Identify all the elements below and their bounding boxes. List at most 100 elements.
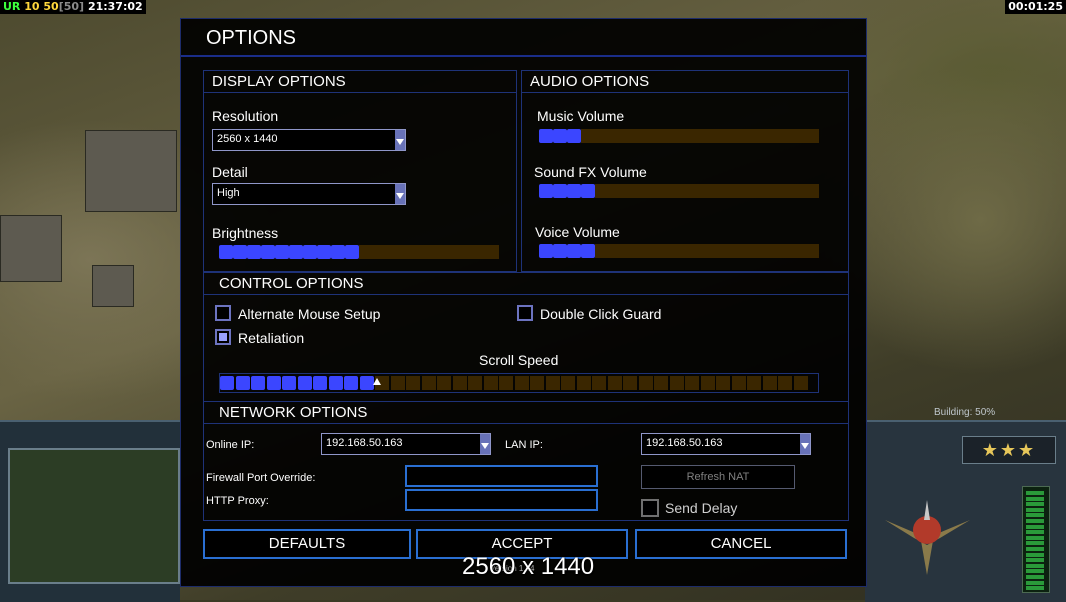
slider-segment — [359, 245, 373, 259]
defaults-button[interactable]: DEFAULTS — [203, 529, 411, 559]
network-options-header: NETWORK OPTIONS — [204, 402, 848, 424]
game-building — [85, 130, 177, 212]
slider-segment — [685, 376, 699, 390]
chevron-down-icon[interactable] — [800, 434, 810, 454]
slider-segment — [406, 376, 420, 390]
power-bar-segment — [1026, 530, 1044, 535]
slider-segment — [669, 376, 684, 390]
slider-segment — [721, 129, 735, 143]
slider-segment — [415, 245, 429, 259]
slider-segment — [679, 184, 693, 198]
slider-segment — [651, 184, 665, 198]
refresh-nat-button[interactable]: Refresh NAT — [641, 465, 795, 489]
retaliation-label: Retaliation — [238, 330, 305, 346]
power-bar-segment — [1026, 547, 1044, 551]
power-bar-segment — [1026, 563, 1044, 568]
slider-segment — [763, 184, 777, 198]
online-ip-select[interactable]: 192.168.50.163 — [321, 433, 491, 455]
minimap[interactable] — [8, 448, 180, 584]
slider-segment — [485, 245, 499, 259]
slider-segment — [762, 376, 777, 390]
slider-segment — [735, 244, 749, 258]
slider-segment — [749, 129, 763, 143]
slider-segment — [609, 184, 623, 198]
alt-mouse-checkbox[interactable] — [215, 305, 231, 321]
lan-ip-select[interactable]: 192.168.50.163 — [641, 433, 811, 455]
firewall-port-input[interactable] — [405, 465, 598, 487]
resolution-value: 2560 x 1440 — [217, 133, 278, 145]
slider-segment — [581, 184, 595, 198]
slider-segment — [637, 184, 651, 198]
slider-segment — [553, 184, 567, 198]
sfx-volume-label: Sound FX Volume — [534, 164, 647, 180]
slider-segment — [595, 244, 609, 258]
lan-ip-value: 192.168.50.163 — [646, 437, 723, 449]
slider-segment — [721, 244, 735, 258]
detail-select[interactable]: High — [212, 183, 406, 205]
lan-ip-label: LAN IP: — [505, 439, 543, 451]
slider-segment — [387, 245, 401, 259]
top-left-stats: UR 10 50[50] 21:37:02 — [0, 0, 146, 14]
slider-segment — [344, 376, 358, 390]
game-vehicle — [92, 265, 134, 307]
slider-segment — [429, 245, 443, 259]
chevron-down-icon[interactable] — [480, 434, 490, 454]
slider-segment — [331, 245, 345, 259]
detail-value: High — [217, 187, 240, 199]
resolution-select[interactable]: 2560 x 1440 — [212, 129, 406, 151]
double-click-guard-checkbox[interactable] — [517, 305, 533, 321]
faction-emblem-icon — [885, 500, 970, 575]
slider-segment — [567, 244, 581, 258]
slider-segment — [665, 129, 679, 143]
control-options-header: CONTROL OPTIONS — [204, 273, 848, 295]
voice-volume-slider[interactable] — [539, 244, 819, 260]
rank-stars: ★★★ — [962, 436, 1056, 464]
title-divider — [181, 55, 866, 57]
stat-num3: [50] — [58, 0, 85, 13]
slider-segment — [693, 184, 707, 198]
send-delay-label: Send Delay — [665, 500, 738, 516]
slider-segment — [581, 244, 595, 258]
retaliation-checkbox[interactable] — [215, 329, 231, 345]
cancel-button[interactable]: CANCEL — [635, 529, 847, 559]
display-options-panel: DISPLAY OPTIONS — [203, 70, 517, 272]
power-bar-segment — [1026, 519, 1044, 523]
chevron-down-icon[interactable] — [395, 184, 405, 204]
slider-segment — [665, 184, 679, 198]
slider-segment — [679, 129, 693, 143]
slider-segment — [261, 245, 275, 259]
slider-segment — [747, 376, 761, 390]
options-window: OPTIONS DISPLAY OPTIONS Resolution 2560 … — [180, 18, 867, 587]
slider-segment — [609, 129, 623, 143]
slider-segment — [778, 376, 792, 390]
slider-segment — [539, 244, 553, 258]
scroll-speed-slider[interactable] — [219, 373, 819, 393]
chevron-down-icon[interactable] — [395, 130, 405, 150]
slider-segment — [401, 245, 415, 259]
slider-segment — [437, 376, 451, 390]
slider-segment — [303, 245, 317, 259]
slider-segment — [623, 376, 637, 390]
slider-segment — [483, 376, 498, 390]
slider-segment — [247, 245, 261, 259]
scroll-speed-thumb[interactable] — [373, 378, 381, 385]
slider-segment — [607, 376, 622, 390]
slider-segment — [700, 376, 715, 390]
brightness-label: Brightness — [212, 225, 279, 241]
slider-segment — [665, 244, 679, 258]
slider-segment — [805, 244, 819, 258]
stat-num2: 50 — [43, 0, 59, 13]
slider-segment — [553, 244, 567, 258]
slider-segment — [317, 245, 331, 259]
brightness-slider[interactable] — [219, 245, 499, 261]
slider-segment — [623, 244, 637, 258]
slider-segment — [777, 129, 791, 143]
power-bar-segment — [1026, 524, 1044, 529]
music-volume-slider[interactable] — [539, 129, 819, 145]
sfx-volume-slider[interactable] — [539, 184, 819, 200]
http-proxy-input[interactable] — [405, 489, 598, 511]
power-bar-segment — [1026, 491, 1044, 495]
slider-segment — [679, 244, 693, 258]
send-delay-checkbox[interactable] — [641, 499, 659, 517]
power-bar-segment — [1026, 586, 1044, 591]
